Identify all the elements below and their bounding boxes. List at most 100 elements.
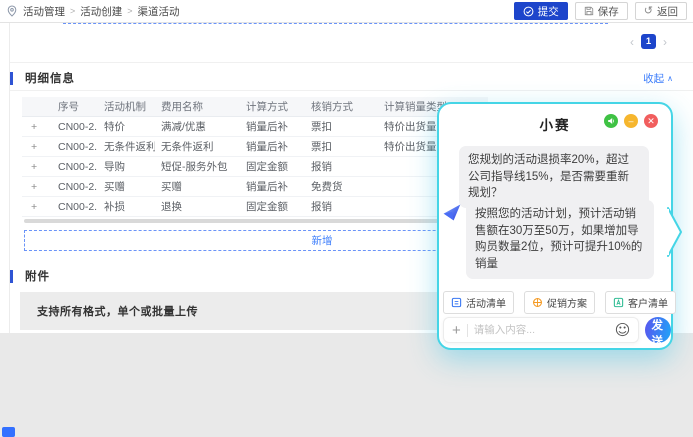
attach-plus-icon[interactable]: + — [452, 323, 461, 338]
cell-seq: CN00-2... — [52, 121, 98, 133]
chat-input-row: + ☺ 发送 — [443, 317, 671, 343]
submit-button[interactable]: 提交 — [514, 2, 568, 20]
cell-calc-method: 销量后补 — [240, 119, 305, 134]
breadcrumb-item-channel-activity[interactable]: 渠道活动 — [138, 4, 180, 19]
row-expand-button[interactable]: + — [22, 121, 52, 133]
cell-fee-name: 买赠 — [155, 179, 240, 194]
save-label: 保存 — [598, 4, 619, 19]
cell-fee-name: 满减/优惠 — [155, 119, 240, 134]
breadcrumb: 活动管理 > 活动创建 > 渠道活动 — [6, 4, 180, 19]
chip-label: 活动清单 — [466, 295, 506, 310]
header-writeoff-method: 核销方式 — [305, 99, 378, 114]
check-circle-icon — [523, 6, 534, 17]
send-button[interactable]: 发送 — [645, 317, 671, 343]
cell-writeoff-method: 免费货 — [305, 179, 378, 194]
section-accent-bar — [10, 270, 13, 283]
promo-icon — [532, 297, 543, 308]
header-calc-method: 计算方式 — [240, 99, 305, 114]
back-button[interactable]: ↺ 返回 — [635, 2, 687, 20]
cell-mechanism: 补损 — [98, 199, 155, 214]
chip-customer-list[interactable]: 客户清单 — [605, 291, 676, 314]
section-accent-bar — [10, 72, 13, 85]
cell-fee-name: 退换 — [155, 199, 240, 214]
cell-seq: CN00-2... — [52, 161, 98, 173]
chat-popup: 小赛 – ✕ 您规划的活动退损率20%，超过公司指导线15%，是否需要重新规划？… — [437, 102, 673, 350]
chat-bubble-tail — [663, 204, 685, 260]
table-row: + CN00-2... 无条件返利 无条件返利 销量后补 票扣 特价出货量 — [22, 137, 488, 157]
pagination-current-page[interactable]: 1 — [641, 34, 656, 49]
assistant-avatar — [442, 202, 462, 222]
breadcrumb-separator: > — [70, 6, 75, 16]
toolbar-actions: 提交 保存 ↺ 返回 — [514, 2, 687, 20]
chat-input-box[interactable]: + ☺ — [443, 317, 639, 343]
cell-mechanism: 导购 — [98, 159, 155, 174]
cell-seq: CN00-2... — [52, 181, 98, 193]
close-icon: ✕ — [647, 117, 655, 126]
minimize-icon: – — [628, 117, 633, 126]
row-expand-button[interactable]: + — [22, 201, 52, 213]
breadcrumb-item-activity-create[interactable]: 活动创建 — [80, 4, 122, 19]
cell-writeoff-method: 票扣 — [305, 119, 378, 134]
row-expand-button[interactable]: + — [22, 141, 52, 153]
cell-writeoff-method: 报销 — [305, 159, 378, 174]
section-divider — [10, 62, 693, 63]
highlight-dashed-line — [63, 23, 608, 24]
chip-activity-list[interactable]: 活动清单 — [443, 291, 514, 314]
cell-fee-name: 无条件返利 — [155, 139, 240, 154]
emoji-icon[interactable]: ☺ — [615, 323, 631, 338]
close-button[interactable]: ✕ — [644, 114, 658, 128]
table-header-row: 序号 活动机制 费用名称 计算方式 核销方式 计算销量类型 — [22, 97, 488, 117]
input-divider — [467, 324, 468, 337]
row-expand-button[interactable]: + — [22, 161, 52, 173]
breadcrumb-item-activity-management[interactable]: 活动管理 — [23, 4, 65, 19]
voice-button[interactable] — [604, 114, 618, 128]
cell-mechanism: 买赠 — [98, 179, 155, 194]
add-row-label: 新增 — [312, 233, 333, 248]
cell-mechanism: 无条件返利 — [98, 139, 155, 154]
save-button[interactable]: 保存 — [575, 2, 628, 20]
detail-section-title: 明细信息 — [25, 70, 75, 86]
submit-label: 提交 — [538, 4, 559, 19]
table-top-divider — [10, 90, 693, 91]
cell-seq: CN00-2... — [52, 141, 98, 153]
pagination-next-icon[interactable]: › — [663, 35, 667, 49]
table-row: + CN00-2... 补损 退换 固定金额 报销 — [22, 197, 488, 217]
cell-calc-method: 销量后补 — [240, 179, 305, 194]
header-mechanism: 活动机制 — [98, 99, 155, 114]
cell-mechanism: 特价 — [98, 119, 155, 134]
collapse-link[interactable]: 收起 ∧ — [643, 71, 673, 86]
pagination-prev-icon[interactable]: ‹ — [630, 35, 634, 49]
header-fee-name: 费用名称 — [155, 99, 240, 114]
row-expand-button[interactable]: + — [22, 181, 52, 193]
attachment-section-title: 附件 — [25, 268, 50, 284]
collapse-label: 收起 — [643, 71, 664, 86]
pagination: ‹ 1 › — [630, 34, 667, 49]
back-arrow-icon: ↺ — [644, 6, 653, 17]
topbar: 活动管理 > 活动创建 > 渠道活动 提交 保存 ↺ 返回 — [0, 0, 693, 23]
chat-window-controls: – ✕ — [604, 114, 658, 128]
upload-hint-text: 支持所有格式，单个或批量上传 — [37, 303, 198, 319]
cell-seq: CN00-2... — [52, 201, 98, 213]
chip-label: 促销方案 — [547, 295, 587, 310]
quick-action-chips: 活动清单 促销方案 客户清单 — [443, 291, 676, 314]
cell-calc-method: 固定金额 — [240, 159, 305, 174]
table-row: + CN00-2... 特价 满减/优惠 销量后补 票扣 特价出货量 — [22, 117, 488, 137]
cell-writeoff-method: 报销 — [305, 199, 378, 214]
chevron-up-icon: ∧ — [667, 74, 673, 83]
attachment-section-header: 附件 — [10, 268, 50, 284]
minimize-button[interactable]: – — [624, 114, 638, 128]
table-row: + CN00-2... 导购 短促-服务外包 固定金额 报销 — [22, 157, 488, 177]
chat-message: 按照您的活动计划，预计活动销售额在30万至50万，如果增加导购员数量2位，预计可… — [466, 200, 654, 279]
customer-icon — [613, 297, 624, 308]
chip-promo-plan[interactable]: 促销方案 — [524, 291, 595, 314]
header-seq: 序号 — [52, 99, 98, 114]
chip-label: 客户清单 — [628, 295, 668, 310]
back-label: 返回 — [657, 4, 678, 19]
cell-writeoff-method: 票扣 — [305, 139, 378, 154]
breadcrumb-separator: > — [127, 6, 132, 16]
document-icon — [451, 297, 462, 308]
location-pin-icon — [6, 5, 18, 17]
message-input[interactable] — [474, 324, 609, 336]
chat-launcher-icon[interactable] — [2, 427, 15, 437]
speaker-icon — [607, 117, 615, 125]
